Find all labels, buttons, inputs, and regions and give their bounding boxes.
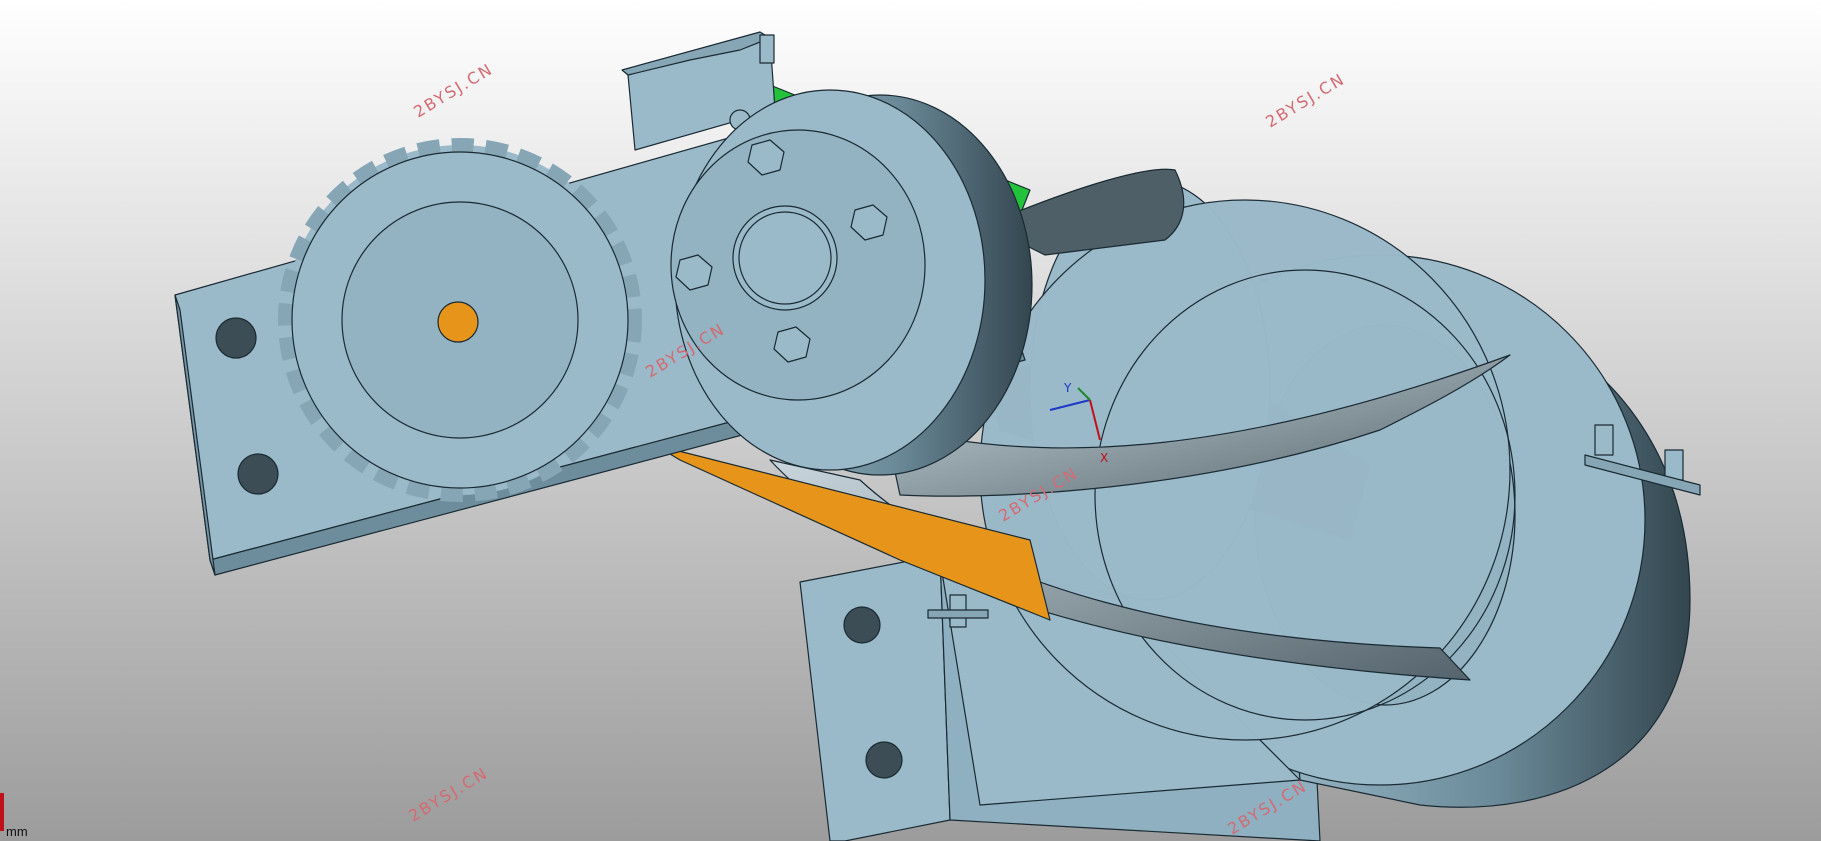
cad-viewport[interactable]: Y X 2BYSJ.CN 2BYSJ.CN 2BYSJ.CN 2BYSJ.CN … [0, 0, 1821, 841]
axis-indicator-icon [0, 793, 4, 831]
triad-x-label: X [1100, 451, 1108, 465]
mount-hole [237, 453, 279, 495]
sprocket-hub-orange [437, 301, 479, 343]
units-label: mm [6, 824, 28, 839]
triad-y-label: Y [1063, 381, 1072, 395]
sprocket-gear[interactable] [278, 138, 642, 502]
model-canvas[interactable]: Y X 2BYSJ.CN 2BYSJ.CN 2BYSJ.CN 2BYSJ.CN … [0, 0, 1821, 841]
mount-hole [215, 317, 257, 359]
flange-disc[interactable] [670, 89, 1033, 476]
